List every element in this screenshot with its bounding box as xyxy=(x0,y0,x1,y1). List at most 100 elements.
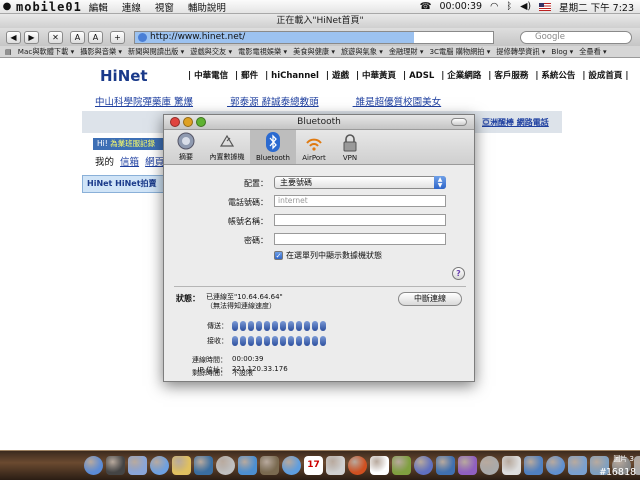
dock-app-icon[interactable] xyxy=(128,456,147,475)
headline-link[interactable]: 中山科學院彈藥庫 驚爆 xyxy=(95,97,193,108)
bookmark-item[interactable]: 遊戲與交友 ▾ xyxy=(187,47,235,57)
nav-link[interactable]: | ADSL xyxy=(403,71,434,81)
receive-label: 接收： xyxy=(207,337,228,345)
bookmark-item[interactable]: 金融理財 ▾ xyxy=(386,47,427,57)
dock-app-icon[interactable] xyxy=(502,456,521,475)
bookmark-item[interactable]: 提修轉學資訊 ▾ xyxy=(493,47,548,57)
dock-app-icon[interactable] xyxy=(150,456,169,475)
dock-app-icon[interactable] xyxy=(370,456,389,475)
password-field[interactable] xyxy=(274,233,446,245)
dock-app-icon[interactable] xyxy=(524,456,543,475)
address-field[interactable]: http://www.hinet.net/ xyxy=(134,30,494,44)
nav-link[interactable]: | 郵件 xyxy=(235,71,258,81)
nav-link[interactable]: | 中華電信 xyxy=(188,71,228,81)
nav-link[interactable]: | 中華黃頁 xyxy=(356,71,396,81)
airport-icon xyxy=(306,138,322,151)
apple-menu-icon[interactable]: ● xyxy=(0,1,14,12)
phone-field[interactable]: internet xyxy=(274,195,446,207)
bookmark-item[interactable]: 3C電腦 購物網拍 ▾ xyxy=(426,47,493,57)
tab-internal-modem[interactable]: 內置數據機 xyxy=(204,130,250,164)
dock-app-icon[interactable] xyxy=(238,456,257,475)
tab-bluetooth[interactable]: Bluetooth xyxy=(250,130,296,164)
menu-help[interactable]: 輔助說明 xyxy=(181,0,233,14)
meter-segment xyxy=(240,321,246,331)
nav-link[interactable]: | 系統公告 xyxy=(535,71,575,81)
minimize-icon[interactable] xyxy=(183,117,193,127)
dock-app-icon[interactable] xyxy=(84,456,103,475)
dock-app-icon[interactable] xyxy=(392,456,411,475)
nav-link[interactable]: | 企業網路 xyxy=(441,71,481,81)
bookmark-item[interactable]: 攝影與音樂 ▾ xyxy=(77,47,125,57)
modem-status-icon[interactable]: ☎ xyxy=(420,1,432,12)
meter-segment xyxy=(288,336,294,346)
bookmark-item[interactable]: Mac與軟體下載 ▾ xyxy=(15,47,77,57)
vpn-icon xyxy=(343,134,357,152)
dock-app-icon[interactable] xyxy=(348,456,367,475)
toolbar-toggle-button[interactable] xyxy=(451,118,467,126)
bookmark-item[interactable]: 旅遊與氣象 ▾ xyxy=(338,47,386,57)
dock-app-icon[interactable] xyxy=(282,456,301,475)
forward-button[interactable]: ▶ xyxy=(24,30,39,44)
my-link[interactable]: 網頁 xyxy=(145,157,164,168)
nav-link[interactable]: | 設成首頁 | xyxy=(582,71,628,81)
greeting-link[interactable]: 為業班服記錄 xyxy=(110,139,155,148)
dock-app-icon[interactable] xyxy=(172,456,191,475)
add-bookmark-button[interactable]: + xyxy=(110,30,125,44)
headline-link[interactable]: 誰是超優質校園美女 xyxy=(356,97,442,108)
headline-link[interactable]: 郭泰源 辭誠泰總教頭 xyxy=(230,97,319,108)
config-popup[interactable]: 主要號碼 ▲ ▼ xyxy=(274,176,446,189)
bookmark-item[interactable]: 電影電視娛樂 ▾ xyxy=(235,47,290,57)
bookmarks-book-icon[interactable]: ▤ xyxy=(2,47,15,56)
text-bigger-button[interactable]: A xyxy=(88,30,103,44)
promo-banner[interactable]: HiNet HiNet拍賣 xyxy=(82,175,172,193)
bookmark-item[interactable]: 新聞與閱讀出版 ▾ xyxy=(125,47,187,57)
dock-app-icon[interactable] xyxy=(194,456,213,475)
text-smaller-button[interactable]: A xyxy=(70,30,85,44)
dock-app-icon[interactable] xyxy=(414,456,433,475)
dock-app-icon[interactable] xyxy=(546,456,565,475)
dock-app-icon[interactable] xyxy=(568,456,587,475)
tab-summary[interactable]: 摘要 xyxy=(168,130,204,164)
volume-icon[interactable]: ◀) xyxy=(520,1,531,12)
menu-connection[interactable]: 連線 xyxy=(115,0,148,14)
dock-app-icon[interactable] xyxy=(216,456,235,475)
dock-right-label: 圖片 3 xyxy=(613,455,634,463)
right-links[interactable]: 亞洲醒棒 網路電話 xyxy=(482,117,549,128)
bookmark-item[interactable]: Blog ▾ xyxy=(548,47,576,56)
search-field[interactable]: Google xyxy=(520,30,632,44)
show-status-checkbox[interactable]: ✓ 在選單列中顯示數據機狀態 xyxy=(274,250,382,261)
dock-app-icon[interactable] xyxy=(260,456,279,475)
account-field[interactable] xyxy=(274,214,446,226)
bookmark-item[interactable]: 全壘看 ▾ xyxy=(576,47,609,57)
tab-vpn[interactable]: VPN xyxy=(332,130,368,164)
stop-button[interactable]: ✕ xyxy=(48,30,63,44)
back-button[interactable]: ◀ xyxy=(6,30,21,44)
menu-edit[interactable]: 編輯 xyxy=(82,0,115,14)
zoom-icon[interactable] xyxy=(196,117,206,127)
disconnect-button[interactable]: 中斷連線 xyxy=(398,292,462,306)
dock-app-icon[interactable] xyxy=(106,456,125,475)
dock-app-icon[interactable] xyxy=(458,456,477,475)
dock-app-icon[interactable] xyxy=(326,456,345,475)
dock-app-icon[interactable] xyxy=(436,456,455,475)
bookmark-item[interactable]: 美食與健康 ▾ xyxy=(290,47,338,57)
connect-clock: 00:00:39 xyxy=(439,1,483,12)
tab-airport[interactable]: AirPort xyxy=(296,130,332,164)
connect-time-value: 00:00:39 xyxy=(232,355,264,363)
nav-link[interactable]: | 客戶服務 xyxy=(488,71,528,81)
nav-link[interactable]: | hiChannel xyxy=(265,71,319,81)
top-nav: | 中華電信 | 郵件 | hiChannel | 遊戲 | 中華黃頁 | AD… xyxy=(188,69,633,81)
bluetooth-menu-icon[interactable]: ᛒ xyxy=(506,1,512,12)
close-icon[interactable] xyxy=(170,117,180,127)
menu-window[interactable]: 視窗 xyxy=(148,0,181,14)
airport-icon[interactable]: ◠ xyxy=(490,1,498,12)
calendar-icon[interactable]: 17 xyxy=(304,456,323,475)
dock-app-icon[interactable] xyxy=(480,456,499,475)
date-time[interactable]: 星期二 下午 7:23 xyxy=(559,0,634,14)
help-button[interactable]: ? xyxy=(452,267,465,280)
config-value: 主要號碼 xyxy=(280,178,312,187)
nav-link[interactable]: | 遊戲 xyxy=(326,71,349,81)
input-flag-icon[interactable] xyxy=(539,2,552,11)
my-link[interactable]: 信箱 xyxy=(120,157,139,168)
hinet-logo[interactable]: HiNet xyxy=(100,67,148,85)
